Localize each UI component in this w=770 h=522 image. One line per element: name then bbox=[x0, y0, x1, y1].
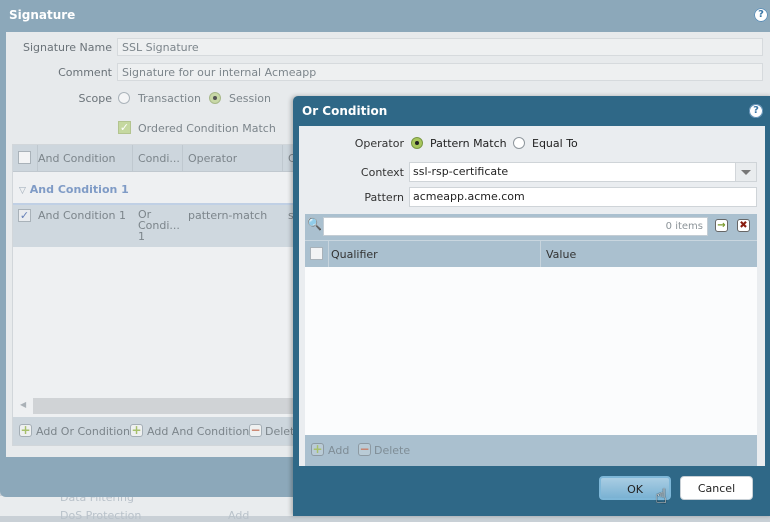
chevron-down-icon[interactable] bbox=[735, 163, 756, 181]
apply-filter-icon[interactable]: → bbox=[715, 219, 728, 232]
qualifier-grid-footer: + Add − Delete bbox=[305, 436, 757, 464]
search-input[interactable]: 0 items bbox=[323, 217, 708, 236]
operator-label: Operator bbox=[354, 137, 404, 150]
group-label: And Condition 1 bbox=[29, 183, 129, 196]
scope-session-label: Session bbox=[229, 92, 271, 105]
or-condition-title: Or Condition bbox=[302, 104, 388, 118]
equal-to-label: Equal To bbox=[532, 137, 578, 150]
add-or-condition-button[interactable]: Add Or Condition bbox=[36, 425, 130, 438]
column-and-condition[interactable]: And Condition bbox=[38, 152, 115, 165]
signature-name-label: Signature Name bbox=[22, 41, 112, 54]
qualifier-grid-header: Qualifier Value bbox=[305, 240, 757, 268]
add-button[interactable]: Add bbox=[328, 444, 349, 457]
help-icon[interactable]: ? bbox=[749, 104, 763, 118]
clear-filter-icon[interactable]: ✖ bbox=[737, 219, 750, 232]
select-all-checkbox[interactable] bbox=[310, 247, 323, 260]
conditions-grid: And Condition Condi... Operator C ▽ And … bbox=[12, 144, 323, 446]
equal-to-radio[interactable] bbox=[513, 137, 525, 149]
row-condition: Or Condi... 1 bbox=[138, 209, 180, 242]
delete-icon: − bbox=[358, 442, 371, 456]
help-icon[interactable]: ? bbox=[754, 8, 768, 22]
comment-input[interactable]: Signature for our internal Acmeapp bbox=[117, 63, 763, 81]
ordered-condition-match-checkbox[interactable]: ✓ bbox=[118, 121, 131, 134]
scope-label: Scope bbox=[78, 92, 112, 105]
pattern-match-radio[interactable] bbox=[411, 137, 423, 149]
collapse-triangle-icon[interactable]: ▽ bbox=[19, 186, 26, 196]
add-icon: + bbox=[19, 423, 32, 437]
row-checkbox[interactable]: ✓ bbox=[18, 209, 31, 222]
hand-cursor-icon: ☝ bbox=[655, 484, 668, 508]
comment-label: Comment bbox=[58, 66, 112, 79]
pattern-input[interactable]: acmeapp.acme.com bbox=[409, 187, 757, 207]
row-operator: pattern-match bbox=[188, 209, 268, 222]
cancel-button[interactable]: Cancel bbox=[680, 476, 753, 500]
group-and-condition-1[interactable]: ▽ And Condition 1 bbox=[19, 183, 129, 196]
column-condition[interactable]: Condi... bbox=[138, 152, 182, 165]
column-value[interactable]: Value bbox=[546, 248, 576, 261]
context-select[interactable]: ssl-rsp-certificate bbox=[409, 162, 757, 182]
scope-session-radio[interactable] bbox=[209, 92, 221, 104]
scope-transaction-radio[interactable] bbox=[118, 92, 130, 104]
signature-name-input[interactable]: SSL Signature bbox=[117, 38, 763, 56]
qualifier-grid: 🔍 0 items → ✖ Qualifier Value + Add − De… bbox=[305, 214, 757, 466]
signature-dialog-title: Signature bbox=[9, 8, 76, 22]
grid-header: And Condition Condi... Operator C bbox=[13, 145, 313, 172]
pattern-match-label: Pattern Match bbox=[430, 137, 507, 150]
table-row[interactable]: ✓ And Condition 1 Or Condi... 1 pattern-… bbox=[13, 203, 313, 247]
context-value: ssl-rsp-certificate bbox=[413, 165, 509, 178]
or-condition-dialog: Or Condition ? Operator Pattern Match Eq… bbox=[293, 96, 770, 516]
column-operator[interactable]: Operator bbox=[188, 152, 237, 165]
qualifier-grid-body bbox=[305, 267, 757, 435]
scope-transaction-label: Transaction bbox=[138, 92, 201, 105]
search-icon: 🔍 bbox=[307, 217, 322, 231]
delete-icon: − bbox=[249, 423, 262, 437]
context-label: Context bbox=[360, 166, 404, 179]
grid-footer: + Add Or Condition + Add And Condition −… bbox=[13, 417, 313, 445]
horizontal-scrollbar[interactable] bbox=[33, 398, 323, 414]
add-icon: + bbox=[130, 423, 143, 437]
scroll-left-icon[interactable]: ◀ bbox=[20, 400, 26, 409]
or-condition-body: Operator Pattern Match Equal To Context … bbox=[299, 126, 765, 466]
add-icon: + bbox=[311, 442, 324, 456]
ordered-condition-match-label: Ordered Condition Match bbox=[138, 122, 276, 135]
row-and-condition: And Condition 1 bbox=[38, 209, 126, 222]
delete-button[interactable]: Delete bbox=[374, 444, 410, 457]
item-count: 0 items bbox=[665, 221, 703, 232]
add-and-condition-button[interactable]: Add And Condition bbox=[147, 425, 249, 438]
column-qualifier[interactable]: Qualifier bbox=[331, 248, 378, 261]
pattern-label: Pattern bbox=[364, 191, 404, 204]
select-all-checkbox[interactable] bbox=[18, 151, 31, 164]
